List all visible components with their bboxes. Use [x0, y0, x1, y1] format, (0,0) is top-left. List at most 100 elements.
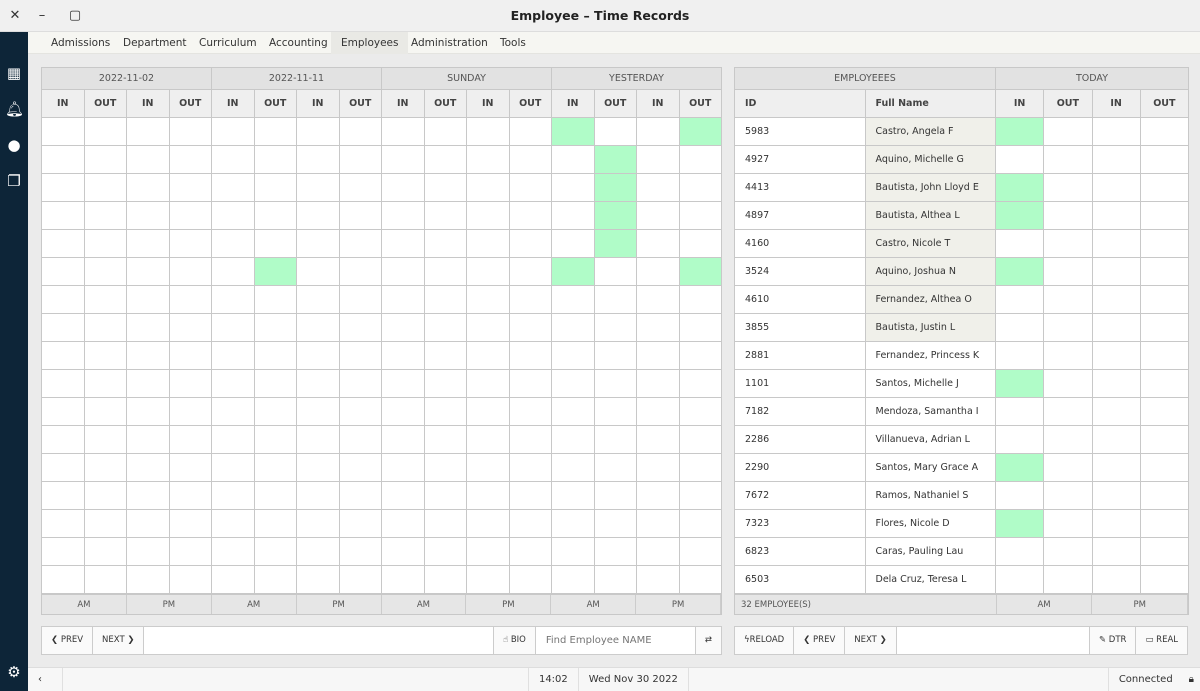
time-cell[interactable] — [423, 397, 467, 426]
time-cell[interactable] — [83, 453, 127, 482]
time-cell[interactable] — [636, 537, 680, 566]
time-cell[interactable] — [551, 453, 595, 482]
present-cell[interactable] — [253, 257, 297, 286]
time-cell[interactable] — [381, 425, 425, 454]
time-cell[interactable] — [211, 229, 255, 258]
time-cell[interactable] — [593, 537, 637, 566]
time-cell[interactable] — [636, 173, 680, 202]
time-cell[interactable] — [253, 537, 297, 566]
time-cell[interactable] — [338, 425, 382, 454]
time-cell[interactable] — [381, 145, 425, 174]
time-cell[interactable] — [466, 313, 510, 342]
time-cell[interactable] — [168, 145, 212, 174]
time-cell[interactable] — [636, 117, 680, 146]
time-cell[interactable] — [83, 341, 127, 370]
time-cell[interactable] — [593, 481, 637, 510]
time-cell[interactable] — [678, 369, 722, 398]
time-cell[interactable] — [168, 341, 212, 370]
time-cell[interactable] — [296, 229, 340, 258]
time-cell[interactable] — [338, 257, 382, 286]
next-button-right[interactable]: NEXT ❯ — [845, 627, 897, 654]
time-cell[interactable] — [296, 537, 340, 566]
time-cell[interactable] — [678, 285, 722, 314]
time-cell[interactable] — [296, 425, 340, 454]
time-cell[interactable] — [423, 313, 467, 342]
time-cell[interactable] — [253, 481, 297, 510]
time-cell[interactable] — [423, 117, 467, 146]
menu-curriculum[interactable]: Curriculum — [189, 32, 267, 54]
time-cell[interactable] — [338, 565, 382, 594]
time-cell[interactable] — [466, 425, 510, 454]
time-cell[interactable] — [296, 453, 340, 482]
time-cell[interactable] — [253, 341, 297, 370]
time-cell[interactable] — [551, 565, 595, 594]
time-cell[interactable] — [636, 453, 680, 482]
menu-department[interactable]: Department — [113, 32, 197, 54]
time-cell[interactable] — [551, 481, 595, 510]
employee-row[interactable]: 2286 Villanueva, Adrian L — [734, 425, 1190, 454]
time-cell[interactable] — [41, 145, 85, 174]
time-cell[interactable] — [423, 285, 467, 314]
time-cell[interactable] — [508, 565, 552, 594]
time-cell[interactable] — [168, 453, 212, 482]
time-cell[interactable] — [83, 201, 127, 230]
time-cell[interactable] — [296, 145, 340, 174]
time-cell[interactable] — [508, 509, 552, 538]
table-viewport[interactable]: EMPLOYEEES TODAY ID Full Name IN OUT IN OUT 5983… — [734, 67, 1190, 594]
time-cell[interactable] — [551, 509, 595, 538]
time-cell[interactable] — [423, 509, 467, 538]
time-cell[interactable] — [593, 257, 637, 286]
real-button[interactable]: ▭ REAL — [1135, 627, 1187, 654]
time-cell[interactable] — [41, 397, 85, 426]
time-cell[interactable] — [41, 173, 85, 202]
dtr-button[interactable]: ✎ DTR — [1088, 627, 1136, 654]
time-cell[interactable] — [678, 537, 722, 566]
time-cell[interactable] — [126, 481, 170, 510]
present-cell[interactable] — [551, 117, 595, 146]
time-cell[interactable] — [423, 537, 467, 566]
time-cell[interactable] — [296, 285, 340, 314]
employee-row[interactable]: 4160 Castro, Nicole T — [734, 229, 1190, 258]
time-cell[interactable] — [168, 425, 212, 454]
time-cell[interactable] — [41, 257, 85, 286]
swap-button[interactable]: ⇄ — [694, 627, 721, 654]
time-cell[interactable] — [168, 285, 212, 314]
prev-button[interactable]: ❮ PREV — [42, 627, 94, 654]
table-viewport[interactable]: 2022-11-02 2022-11-11 SUNDAY YESTERDAY IN OUT… — [41, 67, 723, 594]
user-icon[interactable]: ● — [5, 136, 23, 154]
time-cell[interactable] — [551, 173, 595, 202]
column-header[interactable]: OUT — [1139, 89, 1190, 118]
time-cell[interactable] — [83, 509, 127, 538]
employee-row[interactable]: 3855 Bautista, Justin L — [734, 313, 1190, 342]
time-cell[interactable] — [83, 285, 127, 314]
time-cell[interactable] — [168, 313, 212, 342]
employee-row[interactable]: 2881 Fernandez, Princess K — [734, 341, 1190, 370]
time-cell[interactable] — [551, 285, 595, 314]
time-cell[interactable] — [83, 257, 127, 286]
time-cell[interactable] — [338, 509, 382, 538]
employee-row[interactable]: 4897 Bautista, Althea L — [734, 201, 1190, 230]
time-cell[interactable] — [296, 117, 340, 146]
time-cell[interactable] — [126, 369, 170, 398]
time-cell[interactable] — [41, 537, 85, 566]
time-cell[interactable] — [211, 285, 255, 314]
time-cell[interactable] — [41, 425, 85, 454]
time-cell[interactable] — [338, 201, 382, 230]
time-cell[interactable] — [296, 173, 340, 202]
time-cell[interactable] — [211, 145, 255, 174]
present-cell[interactable] — [678, 117, 722, 146]
time-cell[interactable] — [296, 201, 340, 230]
time-cell[interactable] — [126, 565, 170, 594]
time-cell[interactable] — [551, 313, 595, 342]
time-cell[interactable] — [126, 117, 170, 146]
time-cell[interactable] — [678, 453, 722, 482]
time-cell[interactable] — [636, 229, 680, 258]
time-cell[interactable] — [168, 229, 212, 258]
present-cell[interactable] — [593, 229, 637, 258]
time-cell[interactable] — [508, 145, 552, 174]
time-cell[interactable] — [253, 201, 297, 230]
time-cell[interactable] — [466, 117, 510, 146]
menu-tools[interactable]: Tools — [490, 32, 536, 54]
time-cell[interactable] — [211, 537, 255, 566]
time-cell[interactable] — [338, 397, 382, 426]
